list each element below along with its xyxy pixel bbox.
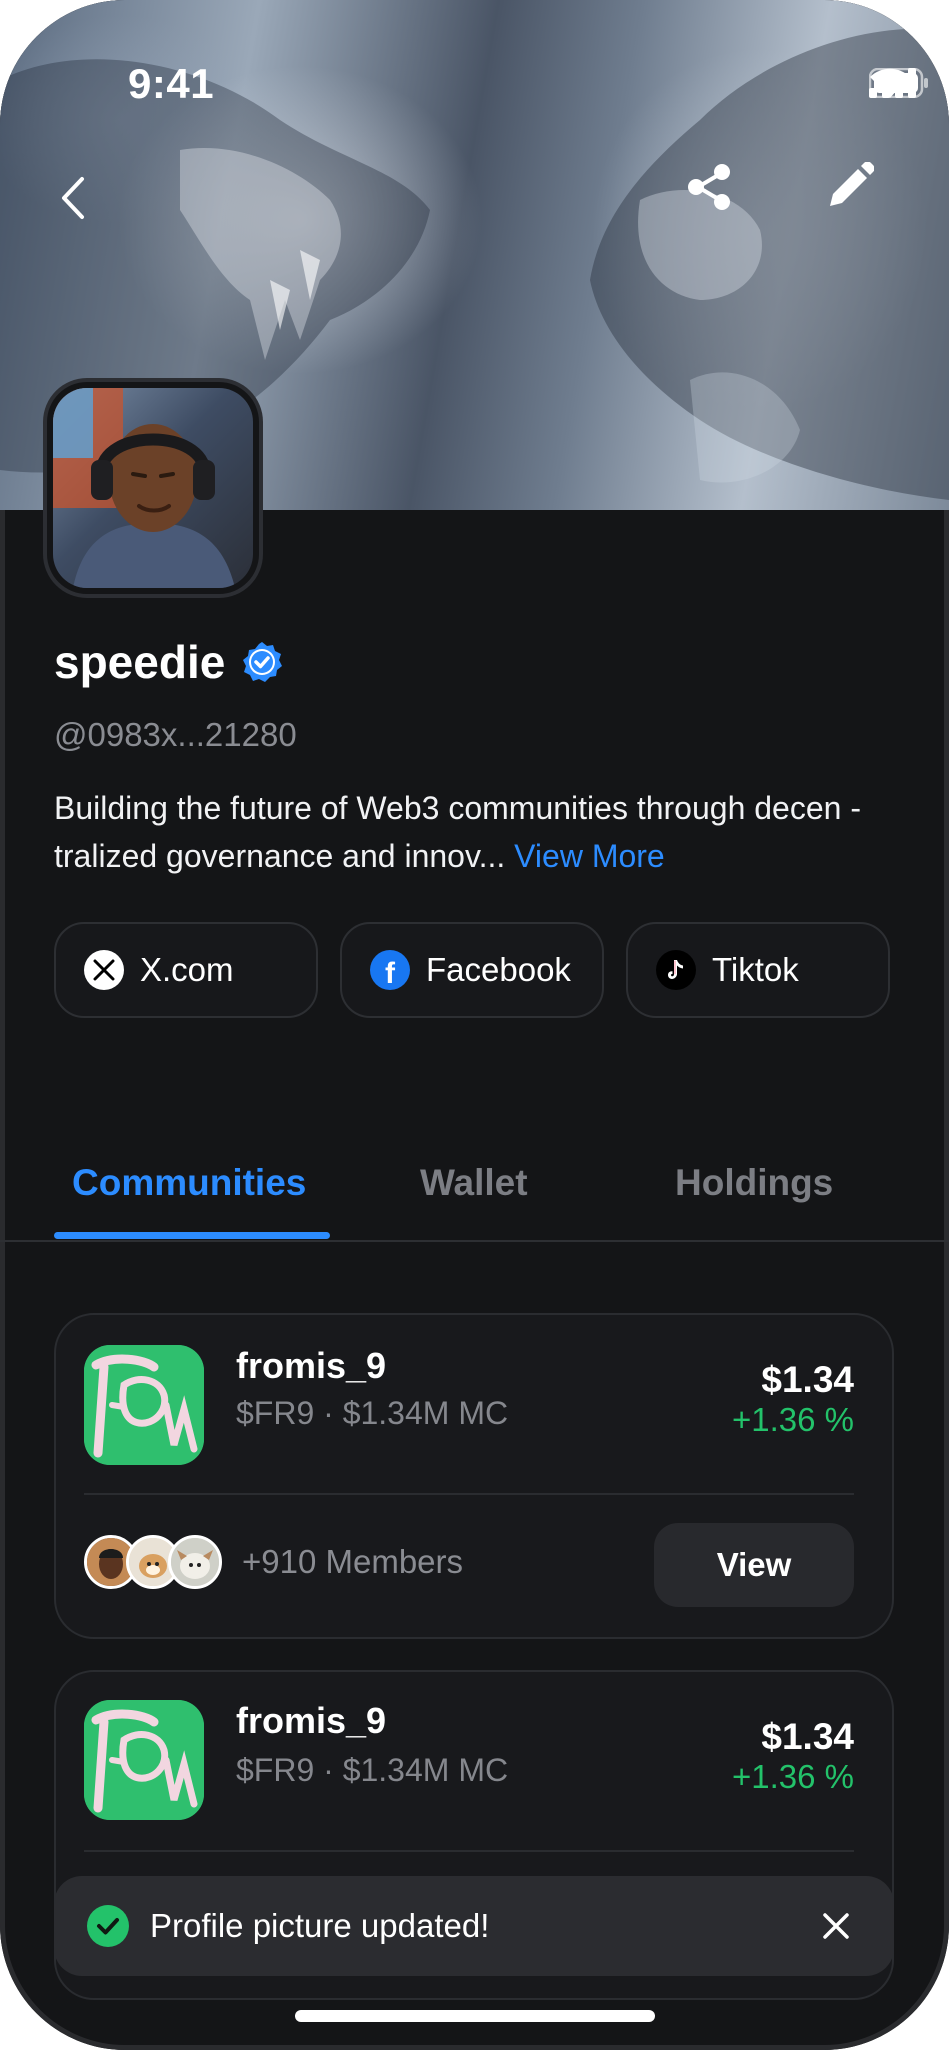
community-price: $1.34 — [761, 1716, 854, 1757]
profile-avatar[interactable] — [47, 382, 259, 594]
social-link-x[interactable]: X.com — [54, 922, 318, 1018]
members-row: +910 Members — [84, 1535, 463, 1589]
edit-pencil-icon — [830, 162, 874, 206]
x-logo-glyph — [93, 959, 115, 981]
community-subtitle: $FR9 · $1.34M MC — [236, 1395, 509, 1431]
phone-screen: 9:41 speedie @0983x...21280 Building the… — [0, 0, 949, 2050]
tiktok-note-glyph — [668, 960, 683, 979]
toast-close-button[interactable] — [808, 1898, 864, 1954]
share-icon — [688, 164, 730, 210]
profile-tabs: Communities Wallet Holdings — [0, 1140, 949, 1242]
status-bar: 9:41 — [0, 0, 949, 120]
share-button[interactable] — [684, 162, 764, 242]
tab-communities[interactable]: Communities — [72, 1162, 306, 1204]
social-label-x: X.com — [140, 951, 234, 988]
edit-profile-button[interactable] — [824, 162, 904, 242]
token-logo — [84, 1345, 204, 1465]
profile-name: speedie — [54, 636, 226, 688]
home-indicator[interactable] — [295, 2010, 655, 2022]
profile-bio: Building the future of Web3 communities … — [54, 784, 874, 880]
social-links: X.com f Facebook Tiktok — [54, 922, 890, 1018]
battery-icon — [869, 68, 928, 98]
facebook-logo-icon: f — [370, 950, 410, 990]
success-check-icon — [87, 1905, 129, 1947]
social-link-tiktok[interactable]: Tiktok — [626, 922, 890, 1018]
profile-handle: @0983x...21280 — [54, 716, 297, 753]
tab-wallet[interactable]: Wallet — [420, 1162, 528, 1204]
toast-notification: Profile picture updated! — [54, 1876, 894, 1976]
token-logo — [84, 1700, 204, 1820]
tab-holdings[interactable]: Holdings — [675, 1162, 833, 1204]
verified-badge-icon — [243, 642, 283, 682]
community-name: fromis_9 — [236, 1700, 387, 1741]
view-more-link[interactable]: View More — [514, 838, 665, 874]
toast-message: Profile picture updated! — [150, 1907, 490, 1944]
card-divider — [84, 1493, 854, 1495]
member-avatar — [168, 1535, 222, 1589]
social-link-facebook[interactable]: f Facebook — [340, 922, 604, 1018]
profile-name-row: speedie — [54, 635, 283, 689]
avatar-portrait — [53, 388, 235, 588]
community-subtitle: $FR9 · $1.34M MC — [236, 1752, 509, 1788]
social-label-tiktok: Tiktok — [712, 951, 799, 988]
member-avatar-art-3 — [171, 1538, 219, 1586]
token-logo-art — [84, 1700, 204, 1820]
community-price: $1.34 — [761, 1359, 854, 1400]
community-card[interactable]: fromis_9 $FR9 · $1.34M MC $1.34 +1.36 % — [54, 1313, 894, 1639]
tiktok-logo-icon — [656, 950, 696, 990]
avatar-photo — [53, 388, 253, 588]
active-tab-indicator — [54, 1232, 330, 1239]
close-icon — [823, 1913, 849, 1939]
x-logo-icon — [84, 950, 124, 990]
community-price-change: +1.36 % — [731, 1401, 854, 1438]
facebook-f-glyph: f — [385, 957, 395, 990]
bio-text: Building the future of Web3 communities … — [54, 790, 861, 874]
back-button[interactable] — [58, 175, 138, 255]
view-community-button[interactable]: View — [654, 1523, 854, 1607]
social-label-facebook: Facebook — [426, 951, 571, 988]
community-name: fromis_9 — [236, 1345, 387, 1386]
members-count: +910 Members — [242, 1543, 464, 1580]
back-chevron-icon — [62, 177, 84, 219]
status-time: 9:41 — [128, 60, 215, 107]
card-divider — [84, 1850, 854, 1852]
community-price-change: +1.36 % — [731, 1758, 854, 1795]
token-logo-art — [84, 1345, 204, 1465]
